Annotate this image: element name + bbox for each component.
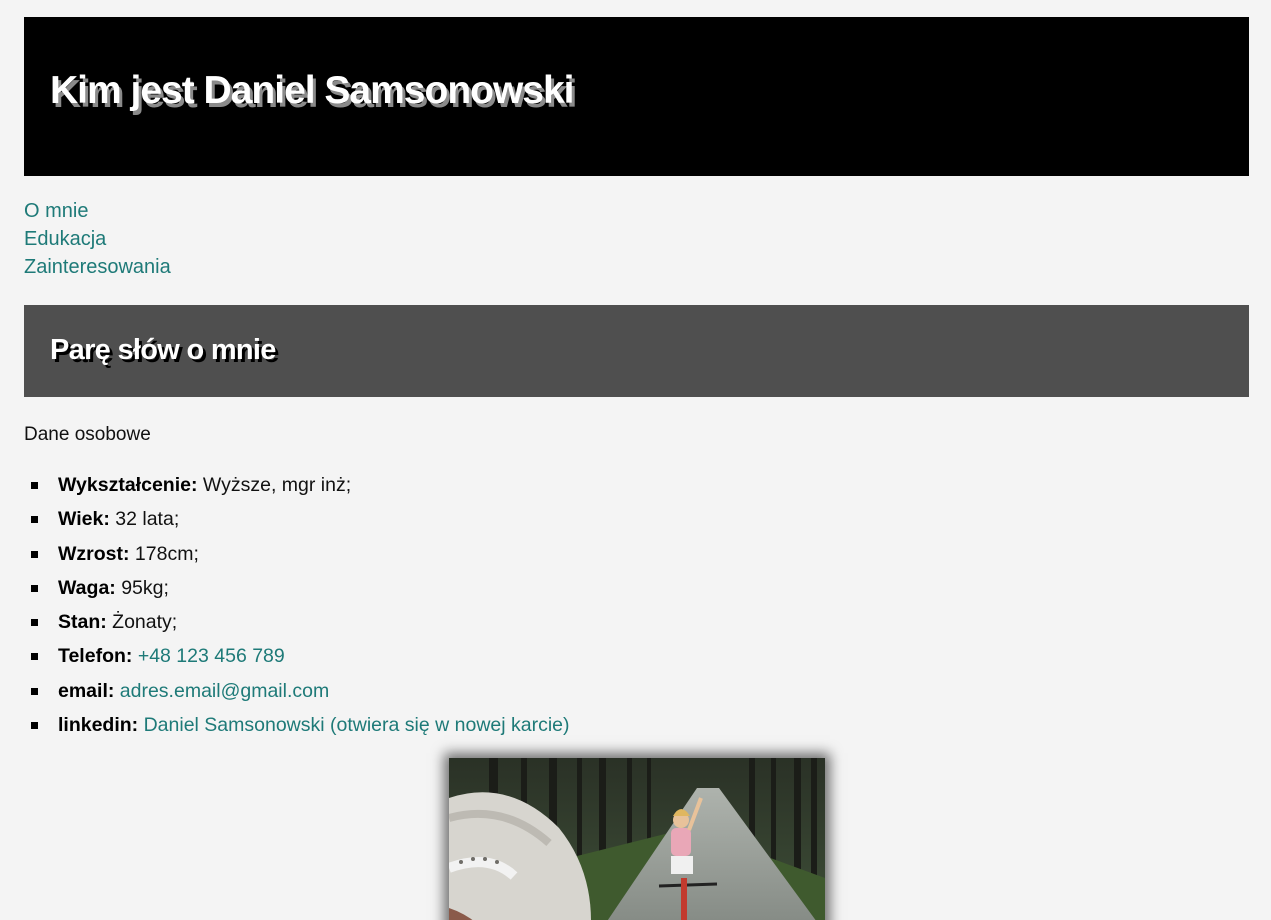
detail-key: Wiek: bbox=[58, 508, 110, 531]
page-title: Kim jest Daniel Samsonowski bbox=[50, 69, 575, 112]
detail-status: Stan: Żonaty; bbox=[24, 605, 570, 639]
detail-key: email: bbox=[58, 679, 115, 702]
detail-value: Żonaty; bbox=[112, 611, 178, 634]
detail-key: Waga: bbox=[58, 576, 116, 599]
nav-link-about[interactable]: O mnie bbox=[24, 200, 88, 222]
personal-details-list: Wykształcenie: Wyższe, mgr inż; Wiek: 32… bbox=[24, 468, 570, 742]
main-nav: O mnie Edukacja Zainteresowania bbox=[24, 197, 171, 281]
square-bullet-icon bbox=[31, 619, 38, 627]
detail-weight: Waga: 95kg; bbox=[24, 571, 570, 605]
page: Kim jest Daniel Samsonowski O mnie Eduka… bbox=[0, 0, 1271, 920]
detail-key: Stan: bbox=[58, 611, 107, 634]
site-header: Kim jest Daniel Samsonowski bbox=[24, 17, 1249, 176]
detail-value: 95kg; bbox=[121, 576, 169, 599]
detail-key: Wzrost: bbox=[58, 542, 130, 565]
square-bullet-icon bbox=[31, 722, 38, 730]
square-bullet-icon bbox=[31, 584, 38, 592]
square-bullet-icon bbox=[31, 516, 38, 524]
photo-illustration bbox=[449, 758, 825, 920]
detail-value: 32 lata; bbox=[115, 508, 180, 531]
detail-value: 178cm; bbox=[134, 542, 199, 565]
detail-education: Wykształcenie: Wyższe, mgr inż; bbox=[24, 468, 570, 502]
nav-item-interests: Zainteresowania bbox=[24, 253, 171, 281]
linkedin-link[interactable]: Daniel Samsonowski (otwiera się w nowej … bbox=[144, 714, 570, 736]
detail-key: Wykształcenie: bbox=[58, 474, 198, 496]
detail-phone: Telefon: +48 123 456 789 bbox=[24, 639, 570, 673]
section-heading: Parę słów o mnie bbox=[50, 334, 276, 366]
detail-email: email: adres.email@gmail.com bbox=[24, 674, 570, 708]
personal-data-label: Dane osobowe bbox=[24, 424, 151, 445]
phone-link[interactable]: +48 123 456 789 bbox=[138, 645, 285, 667]
square-bullet-icon bbox=[31, 482, 38, 489]
detail-key: Telefon: bbox=[58, 645, 133, 668]
square-bullet-icon bbox=[31, 653, 38, 661]
detail-value: Wyższe, mgr inż; bbox=[202, 474, 352, 496]
detail-height: Wzrost: 178cm; bbox=[24, 537, 570, 571]
email-link[interactable]: adres.email@gmail.com bbox=[120, 680, 329, 702]
detail-key: linkedin: bbox=[58, 714, 139, 737]
profile-photo bbox=[449, 758, 825, 920]
about-section-header: Parę słów o mnie bbox=[24, 305, 1249, 397]
nav-item-education: Edukacja bbox=[24, 225, 171, 253]
nav-item-about: O mnie bbox=[24, 197, 171, 225]
nav-link-education[interactable]: Edukacja bbox=[24, 228, 106, 250]
square-bullet-icon bbox=[31, 687, 38, 695]
square-bullet-icon bbox=[31, 550, 38, 558]
detail-age: Wiek: 32 lata; bbox=[24, 502, 570, 536]
nav-link-interests[interactable]: Zainteresowania bbox=[24, 256, 171, 278]
detail-linkedin: linkedin: Daniel Samsonowski (otwiera si… bbox=[24, 708, 570, 742]
